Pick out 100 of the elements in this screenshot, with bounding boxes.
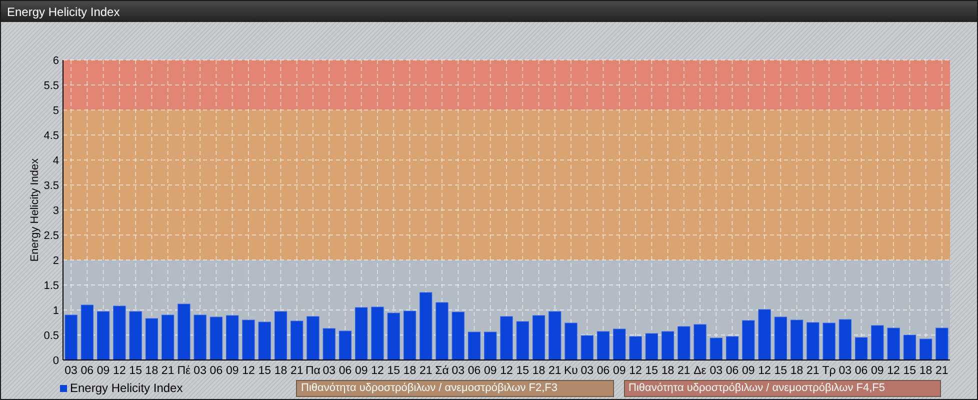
- bar: [564, 322, 578, 360]
- axis-tick-label: 18: [790, 365, 804, 377]
- axis-tick-label: 21: [161, 365, 174, 377]
- axis-tick-label: 12: [113, 365, 126, 377]
- bar: [500, 316, 513, 360]
- axis-tick-label: 03: [322, 365, 336, 377]
- axis-tick-label: 06: [596, 365, 610, 377]
- axis-tick-label: 03: [580, 365, 594, 377]
- axis-tick-label: 03: [194, 365, 206, 377]
- bar: [420, 292, 432, 360]
- bar: [806, 322, 820, 360]
- axis-tick-label: 1: [52, 305, 59, 317]
- bar: [596, 331, 610, 360]
- axis-tick-label: 1.5: [44, 280, 59, 292]
- bar: [936, 328, 948, 360]
- axis-tick-label: 06: [338, 365, 352, 377]
- band-legend-label: Πιθανότητα υδροστρόβιλων / ανεμοστρόβιλων F2,F3: [296, 380, 614, 397]
- bar: [838, 319, 852, 360]
- bar: [726, 336, 739, 360]
- axis-tick-label: 09: [613, 365, 626, 377]
- bar: [887, 328, 900, 360]
- axis-tick-label: Πα: [306, 365, 320, 377]
- axis-tick-label: 03: [710, 365, 723, 377]
- bar: [694, 324, 706, 360]
- bar: [322, 328, 336, 360]
- axis-tick-label: 12: [371, 365, 384, 377]
- window-title: Energy Helicity Index: [7, 4, 120, 20]
- bar: [290, 320, 304, 360]
- axis-tick-label: 03: [838, 365, 852, 377]
- axis-tick-label: 0.5: [44, 330, 59, 342]
- axis-tick-label: 21: [678, 365, 690, 377]
- axis-tick-label: Δε: [694, 365, 706, 377]
- bar: [129, 311, 142, 360]
- bar: [355, 307, 368, 360]
- bar: [742, 320, 755, 360]
- axis-tick-label: Τρ: [822, 365, 836, 377]
- bar: [436, 302, 448, 360]
- bar: [145, 318, 158, 360]
- axis-tick-label: 3.5: [44, 180, 59, 192]
- axis-tick-label: 06: [210, 365, 223, 377]
- axis-tick-label: 03: [452, 365, 465, 377]
- axis-title: Energy Helicity Index: [29, 158, 41, 262]
- bar: [710, 338, 722, 360]
- axis-tick-label: 18: [532, 365, 546, 377]
- bar: [64, 314, 78, 360]
- bar: [258, 322, 271, 360]
- bar: [758, 309, 771, 360]
- axis-tick-label: Σά: [435, 365, 449, 377]
- axis-tick-label: 21: [936, 365, 948, 377]
- bar: [629, 336, 642, 360]
- bar: [854, 337, 868, 360]
- bar: [452, 312, 464, 360]
- bar: [903, 334, 916, 360]
- bar: [822, 322, 836, 360]
- axis-tick-label: 15: [774, 365, 788, 377]
- axis-tick-label: 12: [887, 365, 900, 377]
- bar: [387, 312, 400, 360]
- bar: [548, 311, 562, 360]
- axis-tick-label: 12: [500, 365, 513, 377]
- bar: [210, 316, 223, 360]
- axis-tick-label: 12: [758, 365, 771, 377]
- axis-tick-label: 3: [52, 205, 59, 217]
- axis-tick-label: 18: [661, 365, 674, 377]
- axis-tick-label: 21: [290, 365, 304, 377]
- axis-tick-label: 09: [871, 365, 884, 377]
- bar: [338, 330, 352, 360]
- bar: [468, 332, 481, 360]
- axis-tick-label: 18: [145, 365, 158, 377]
- bar: [162, 314, 174, 360]
- bar: [80, 304, 94, 360]
- bar: [371, 306, 384, 360]
- bar: [226, 315, 239, 360]
- axis-tick-label: 03: [64, 365, 78, 377]
- axis-tick-label: 18: [274, 365, 288, 377]
- axis-tick-label: 09: [96, 365, 110, 377]
- bar: [661, 331, 674, 360]
- axis-tick-label: 12: [242, 365, 255, 377]
- bar: [613, 328, 626, 360]
- axis-tick-label: 2: [52, 255, 59, 267]
- axis-tick-label: 2.5: [44, 230, 59, 242]
- bar: [97, 311, 110, 360]
- axis-tick-label: 15: [903, 365, 916, 377]
- axis-tick-label: 18: [919, 365, 932, 377]
- axis-tick-label: 15: [129, 365, 142, 377]
- bar: [242, 320, 255, 360]
- axis-tick-label: 09: [742, 365, 755, 377]
- bar: [871, 325, 884, 360]
- axis-tick-label: 21: [806, 365, 820, 377]
- bar: [532, 315, 546, 360]
- axis-tick-label: 0: [52, 355, 59, 367]
- axis-tick-label: 09: [354, 365, 368, 377]
- axis-tick-label: 4: [52, 155, 59, 167]
- bar: [306, 316, 320, 360]
- axis-tick-label: 6: [52, 55, 59, 67]
- axis-tick-label: 06: [854, 365, 868, 377]
- axis-tick-label: 15: [516, 365, 530, 377]
- axis-tick-label: 5: [52, 105, 59, 117]
- axis-tick-label: 18: [403, 365, 416, 377]
- axis-tick-label: 09: [484, 365, 497, 377]
- axis-tick-label: 15: [645, 365, 658, 377]
